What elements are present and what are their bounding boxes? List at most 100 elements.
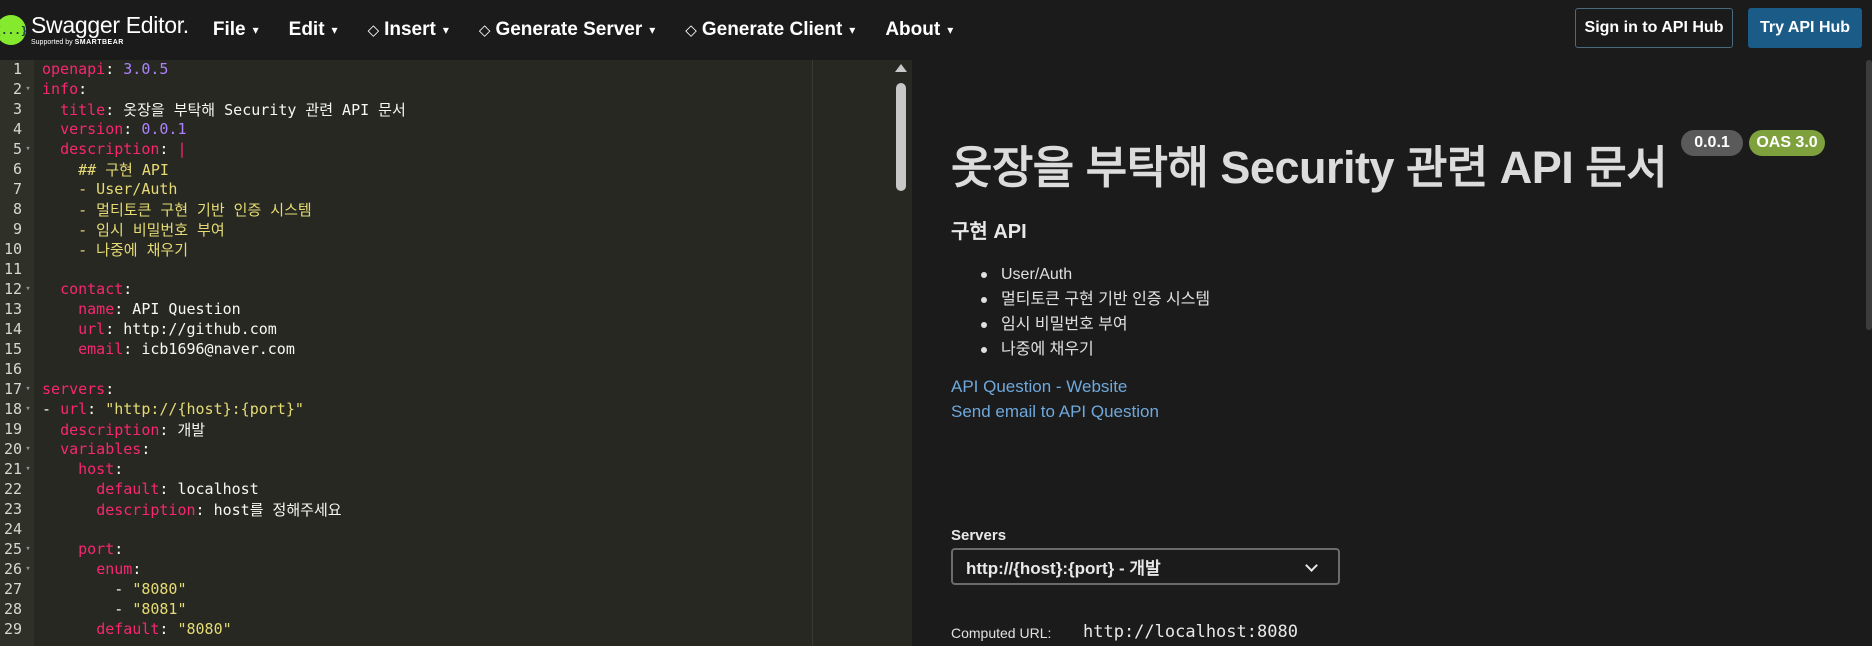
code-line[interactable]: 12 ▾ contact: (0, 279, 900, 299)
code-line[interactable]: 20 ▾ variables: (0, 439, 900, 459)
fold-toggle-icon[interactable]: ▾ (22, 284, 34, 294)
code-line[interactable]: 6 ## 구현 API (0, 159, 900, 179)
code-line[interactable]: 10 - 나중에 채우기 (0, 239, 900, 259)
code-line[interactable]: 19 description: 개발 (0, 419, 900, 439)
description-item: User/Auth (980, 262, 1210, 287)
code-token: | (177, 140, 187, 158)
code-text: - "8080" (34, 580, 187, 598)
menu-edit[interactable]: Edit ▾ (289, 19, 338, 41)
code-line[interactable]: 17 ▾ servers: (0, 379, 900, 399)
code-token: description (96, 500, 196, 519)
servers-select[interactable]: http://{host}:{port} - 개발 (951, 548, 1340, 585)
code-text: - 나중에 채우기 (34, 239, 188, 260)
contact-email-link[interactable]: Send email to API Question (951, 402, 1159, 422)
code-text: port: (34, 540, 123, 558)
code-token: : icb1696@naver.com (123, 340, 295, 358)
menu-file[interactable]: File ▾ (213, 19, 259, 41)
menu-insert[interactable]: ◇ Insert ▾ (368, 19, 449, 41)
line-number: 13 (3, 300, 22, 318)
menu-generate-client[interactable]: ◇ Generate Client ▾ (685, 19, 855, 41)
code-line[interactable]: 27 - "8080" (0, 579, 900, 599)
code-line[interactable]: 28 - "8081" (0, 599, 900, 619)
code-token: : (141, 440, 151, 458)
pane-splitter[interactable] (912, 60, 926, 646)
line-number: 25 (3, 540, 22, 558)
code-editor[interactable]: 1 openapi: 3.0.5 2 ▾ info: 3 title: 옷장을 부탁해 S… (0, 60, 912, 646)
code-line[interactable]: 11 (0, 259, 900, 279)
editor-scroll-thumb[interactable] (896, 83, 906, 191)
try-api-hub-button[interactable]: Try API Hub (1748, 8, 1862, 48)
code-line[interactable]: 13 name: API Question (0, 299, 900, 319)
code-text: host: (34, 460, 123, 478)
code-text: title: 옷장을 부탁해 Security 관련 API 문서 (34, 99, 406, 120)
fold-toggle-icon[interactable]: ▾ (22, 144, 34, 154)
description-heading: 구현 API (951, 221, 1027, 243)
code-text: - User/Auth (34, 180, 177, 198)
fold-toggle-icon[interactable]: ▾ (22, 404, 34, 414)
code-text: - 멀티토큰 구현 기반 인증 시스템 (34, 199, 312, 220)
code-text: variables: (34, 440, 150, 458)
logo[interactable]: {...} Swagger Editor. Supported by SMART… (0, 0, 189, 60)
menu-generate-server[interactable]: ◇ Generate Server ▾ (479, 19, 655, 41)
code-line[interactable]: 22 default: localhost (0, 479, 900, 499)
api-title: 옷장을 부탁해 Security 관련 API 문서 (951, 142, 1668, 193)
code-line[interactable]: 15 email: icb1696@naver.com (0, 339, 900, 359)
line-number: 23 (3, 500, 22, 518)
code-line[interactable]: 21 ▾ host: (0, 459, 900, 479)
code-token: default (96, 620, 160, 638)
code-line[interactable]: 9 - 임시 비밀번호 부여 (0, 219, 900, 239)
contact-website-link[interactable]: API Question - Website (951, 377, 1127, 397)
code-line[interactable]: 2 ▾ info: (0, 79, 900, 99)
caret-down-icon: ▾ (442, 23, 449, 37)
code-text: default: "8080" (34, 620, 231, 638)
code-line[interactable]: 23 description: host를 정해주세요 (0, 499, 900, 519)
code-line[interactable]: 26 ▾ enum: (0, 559, 900, 579)
code-line[interactable]: 3 title: 옷장을 부탁해 Security 관련 API 문서 (0, 99, 900, 119)
menu-about[interactable]: About ▾ (885, 19, 953, 41)
code-line[interactable]: 29 default: "8080" (0, 619, 900, 639)
code-text: contact: (34, 280, 132, 298)
code-line[interactable]: 16 (0, 359, 900, 379)
code-line[interactable]: 18 ▾ - url: "http://{host}:{port}" (0, 399, 900, 419)
preview-scroll-thumb[interactable] (1866, 60, 1872, 330)
sign-in-api-hub-button[interactable]: Sign in to API Hub (1575, 8, 1733, 48)
gem-icon: ◇ (685, 22, 697, 39)
scroll-up-arrow-icon[interactable] (895, 64, 907, 72)
caret-down-icon: ▾ (252, 23, 259, 37)
code-text: description: host를 정해주세요 (34, 499, 341, 520)
code-line[interactable]: 4 version: 0.0.1 (0, 119, 900, 139)
code-token: email (78, 340, 124, 358)
description-item: 임시 비밀번호 부여 (980, 312, 1210, 337)
line-number: 18 (3, 400, 22, 418)
code-line[interactable]: 7 - User/Auth (0, 179, 900, 199)
code-token: : (114, 540, 124, 558)
code-token: default (96, 480, 160, 498)
fold-toggle-icon[interactable]: ▾ (22, 564, 34, 574)
fold-toggle-icon[interactable]: ▾ (22, 444, 34, 454)
code-line[interactable]: 25 ▾ port: (0, 539, 900, 559)
fold-toggle-icon[interactable]: ▾ (22, 384, 34, 394)
fold-toggle-icon[interactable]: ▾ (22, 544, 34, 554)
code-line[interactable]: 8 - 멀티토큰 구현 기반 인증 시스템 (0, 199, 900, 219)
code-text: url: http://github.com (34, 320, 277, 338)
fold-toggle-icon[interactable]: ▾ (22, 464, 34, 474)
code-token: : (105, 380, 115, 398)
code-text: enum: (34, 560, 141, 578)
description-item: 멀티토큰 구현 기반 인증 시스템 (980, 287, 1210, 312)
code-token: : 옷장을 부탁해 Security 관련 API 문서 (105, 100, 406, 119)
fold-toggle-icon[interactable]: ▾ (22, 84, 34, 94)
code-token: : (132, 560, 142, 578)
code-line[interactable]: 5 ▾ description: | (0, 139, 900, 159)
code-line[interactable]: 14 url: http://github.com (0, 319, 900, 339)
code-text: description: | (34, 140, 187, 158)
code-token: "8080" (132, 580, 187, 598)
code-line[interactable]: 24 (0, 519, 900, 539)
code-line[interactable]: 1 openapi: 3.0.5 (0, 60, 900, 79)
code-token: - 멀티토큰 구현 기반 인증 시스템 (42, 200, 312, 219)
